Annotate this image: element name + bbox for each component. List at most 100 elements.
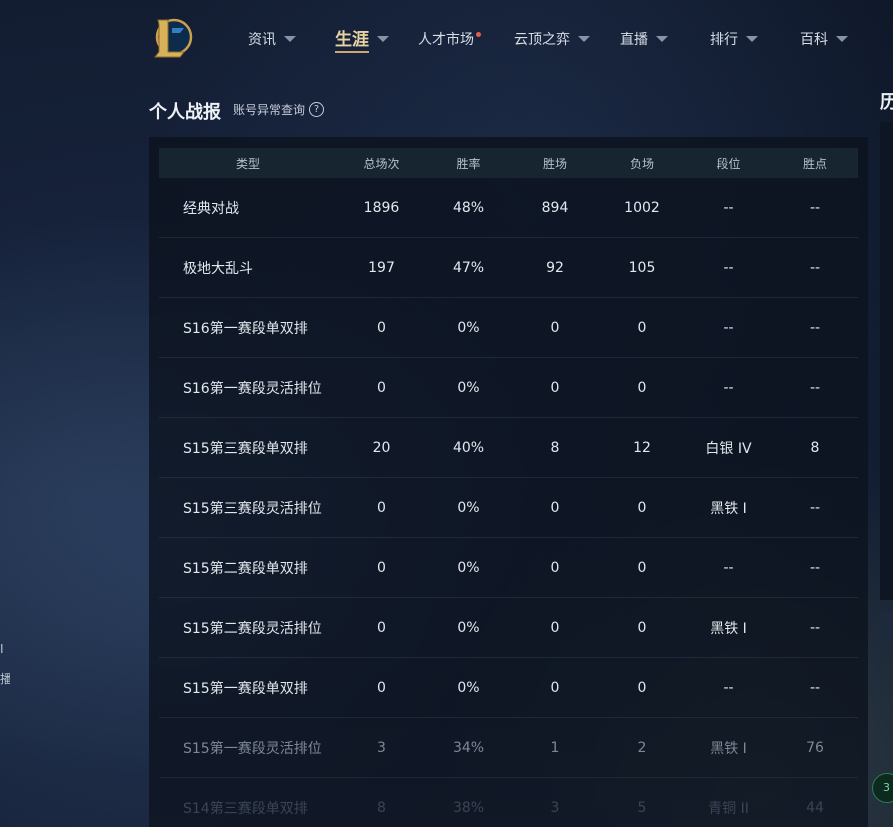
cell-type: S15第一赛段单双排 xyxy=(183,680,308,697)
chevron-down-icon xyxy=(656,36,668,42)
stats-table: 类型 总场次 胜率 胜场 负场 段位 胜点 经典对战 1896 48% 894 1 0 0 2… xyxy=(159,148,858,827)
cell-rank: -- xyxy=(723,679,734,696)
cell-losses: 0 xyxy=(637,379,647,396)
table-row: 经典对战 1896 48% 894 1002 -- -- xyxy=(159,178,858,238)
table-row: S16第一赛段单双排 0 0% 0 0 -- -- xyxy=(159,298,858,358)
cell-lp: -- xyxy=(809,679,821,696)
cell-wins: 92 xyxy=(546,259,564,276)
nav-item-label: 云顶之弈 xyxy=(514,32,570,48)
table-row: S15第二赛段灵活排位 0 0% 0 0 黑铁 I -- xyxy=(159,598,858,658)
nav-item-label: 资讯 xyxy=(248,32,276,48)
cell-lp: -- xyxy=(809,319,821,336)
top-nav: 资讯 生涯 人才市场 云顶之弈 直播 排行 百科 xyxy=(0,0,893,80)
cell-total: 0 xyxy=(377,679,386,696)
cell-type: S15第二赛段单双排 xyxy=(183,560,308,577)
side-panel-title: 历 xyxy=(880,92,893,113)
cell-win-rate: 0% xyxy=(457,319,480,336)
cell-total: 0 xyxy=(377,559,386,576)
cell-losses: 0 xyxy=(637,559,647,576)
cell-losses: 105 xyxy=(628,259,656,276)
chevron-down-icon xyxy=(836,36,848,42)
nav-item-5[interactable]: 排行 xyxy=(710,27,758,51)
cell-type: S15第二赛段灵活排位 xyxy=(183,620,322,637)
cell-total: 20 xyxy=(372,439,391,456)
floating-badge[interactable]: 3 xyxy=(872,773,893,803)
cell-lp: -- xyxy=(809,499,821,516)
cell-win-rate: 48% xyxy=(452,199,485,216)
cell-win-rate: 0% xyxy=(457,619,480,636)
cell-lp: -- xyxy=(809,259,821,276)
cell-wins: 0 xyxy=(550,679,560,696)
cell-total: 3 xyxy=(377,739,386,756)
nav-item-6[interactable]: 百科 xyxy=(800,27,848,51)
cell-rank: -- xyxy=(723,379,734,396)
left-edge-text: I xyxy=(0,642,4,656)
nav-item-0[interactable]: 资讯 xyxy=(248,27,296,51)
cell-type: 经典对战 xyxy=(183,200,239,217)
cell-lp: -- xyxy=(809,559,821,576)
cell-win-rate: 0% xyxy=(457,499,480,516)
nav-item-4[interactable]: 直播 xyxy=(620,27,668,51)
help-icon[interactable]: ? xyxy=(309,102,325,117)
cell-win-rate: 0% xyxy=(457,379,480,396)
cell-type: S15第三赛段灵活排位 xyxy=(183,500,322,517)
cell-total: 1896 xyxy=(363,199,400,216)
side-panel-toggle[interactable] xyxy=(880,612,893,640)
cell-losses: 0 xyxy=(637,319,647,336)
cell-win-rate: 0% xyxy=(457,559,480,576)
lol-logo-icon[interactable] xyxy=(150,14,194,60)
table-row: S14第三赛段单双排 8 38% 3 5 青铜 II 44 xyxy=(159,778,858,827)
cell-total: 0 xyxy=(377,499,386,516)
table-row: S15第三赛段单双排 20 40% 8 12 白银 IV 8 xyxy=(159,418,858,478)
header-losses: 负场 xyxy=(629,156,654,171)
page-title: 个人战报 xyxy=(149,102,221,123)
cell-win-rate: 34% xyxy=(452,739,485,756)
header-win-rate: 胜率 xyxy=(456,156,481,171)
cell-rank: 青铜 II xyxy=(708,800,749,817)
cell-lp: -- xyxy=(809,619,821,636)
cell-wins: 0 xyxy=(550,619,560,636)
table-body: 经典对战 1896 48% 894 1002 -- -- 极地大乱斗 197 47% 92 105 --… xyxy=(159,178,858,827)
chevron-down-icon xyxy=(284,36,296,42)
nav-item-label: 百科 xyxy=(800,32,828,48)
cell-type: S16第一赛段灵活排位 xyxy=(183,380,322,397)
cell-rank: 黑铁 I xyxy=(710,500,747,517)
nav-item-label: 生涯 xyxy=(335,25,369,53)
cell-wins: 8 xyxy=(550,439,560,456)
table-row: S15第三赛段灵活排位 0 0% 0 0 黑铁 I -- xyxy=(159,478,858,538)
cell-type: S15第三赛段单双排 xyxy=(183,440,308,457)
cell-total: 197 xyxy=(368,259,395,276)
cell-wins: 894 xyxy=(541,199,569,216)
cell-win-rate: 47% xyxy=(452,259,485,276)
cell-wins: 0 xyxy=(550,499,560,516)
cell-losses: 0 xyxy=(637,499,647,516)
table-row: S15第一赛段灵活排位 3 34% 1 2 黑铁 I 76 xyxy=(159,718,858,778)
table-row: S15第一赛段单双排 0 0% 0 0 -- -- xyxy=(159,658,858,718)
chevron-down-icon xyxy=(377,36,389,42)
nav-item-3[interactable]: 云顶之弈 xyxy=(514,27,590,51)
nav-item-1[interactable]: 生涯 xyxy=(335,25,389,53)
cell-losses: 0 xyxy=(637,619,647,636)
cell-type: S15第一赛段灵活排位 xyxy=(183,740,322,757)
header-lp: 胜点 xyxy=(802,156,827,171)
cell-wins: 1 xyxy=(550,739,560,756)
table-row: S15第二赛段单双排 0 0% 0 0 -- -- xyxy=(159,538,858,598)
cell-type: S14第三赛段单双排 xyxy=(183,800,308,817)
nav-item-label: 人才市场 xyxy=(418,32,474,48)
nav-item-2[interactable]: 人才市场 xyxy=(418,27,481,51)
cell-win-rate: 0% xyxy=(457,679,480,696)
stats-panel: 类型 总场次 胜率 胜场 负场 段位 胜点 经典对战 1896 48% 894 1 0 0 2… xyxy=(149,137,868,827)
account-query-link[interactable]: 账号异常查询 ? xyxy=(233,101,325,118)
cell-rank: 白银 IV xyxy=(705,440,752,457)
cell-total: 8 xyxy=(377,799,386,816)
cell-lp: -- xyxy=(809,379,821,396)
cell-losses: 12 xyxy=(633,439,651,456)
cell-rank: -- xyxy=(723,559,734,576)
cell-lp: -- xyxy=(809,199,821,216)
table-header: 类型 总场次 胜率 胜场 负场 段位 胜点 xyxy=(159,148,858,178)
nav-item-label: 排行 xyxy=(710,32,738,48)
cell-losses: 0 xyxy=(637,679,647,696)
header-total: 总场次 xyxy=(363,156,400,171)
cell-total: 0 xyxy=(377,379,386,396)
notification-dot-icon xyxy=(476,31,481,37)
